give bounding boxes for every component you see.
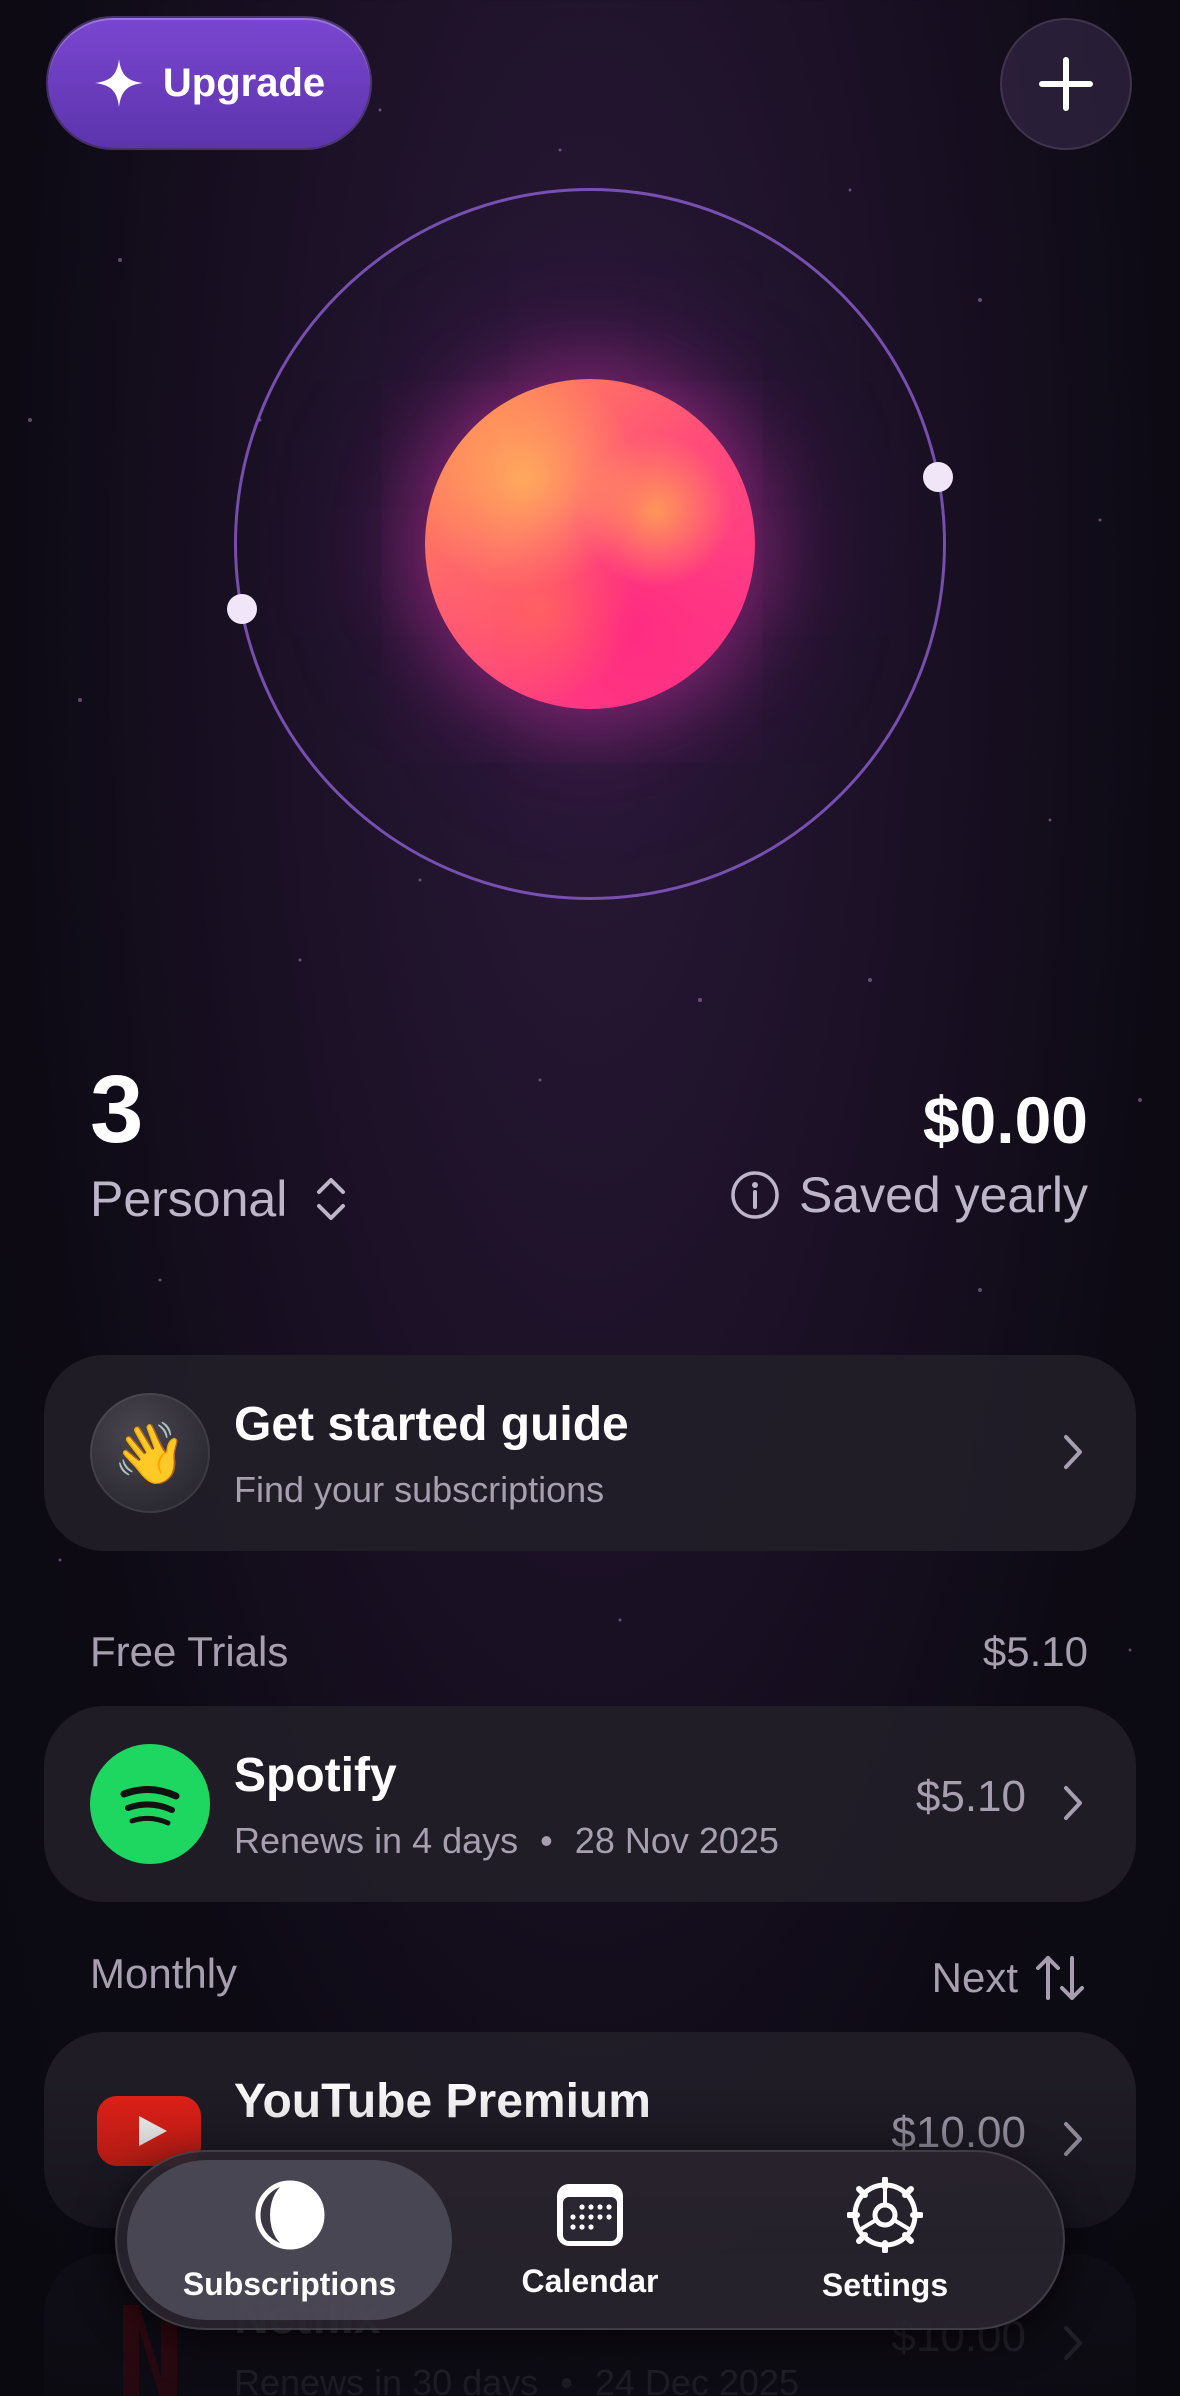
info-icon	[731, 1171, 779, 1219]
monthly-heading: Monthly	[90, 1950, 238, 1997]
saved-yearly-info[interactable]: Saved yearly	[729, 1166, 1088, 1224]
plus-icon	[1039, 57, 1093, 111]
gear-icon	[847, 2176, 923, 2253]
guide-title: Get started guide	[234, 1398, 629, 1451]
waving-hand-icon: 👋	[90, 1393, 210, 1513]
tab-label: Subscriptions	[182, 2265, 397, 2302]
saved-amount: $0.00	[922, 1083, 1088, 1157]
subscription-price: $5.10	[915, 1772, 1026, 1821]
bottom-tab-bar: Subscriptions Calendar Settings	[115, 2150, 1065, 2330]
subscription-name: Spotify	[234, 1749, 397, 1802]
tab-subscriptions[interactable]: Subscriptions	[127, 2160, 452, 2320]
chevron-right-icon	[1064, 2326, 1082, 2360]
chevron-right-icon	[1064, 1786, 1082, 1820]
profile-selector[interactable]: Personal	[90, 1170, 349, 1228]
subscription-renewal: Renews in 4 days • 28 Nov 2025	[234, 1820, 779, 1861]
chevron-right-icon	[1064, 1435, 1082, 1469]
add-subscription-button[interactable]	[1000, 18, 1132, 150]
sparkle-icon	[94, 59, 143, 107]
saved-yearly-label: Saved yearly	[798, 1167, 1088, 1223]
free-trials-total: $5.10	[982, 1628, 1088, 1675]
upgrade-label: Upgrade	[162, 60, 326, 105]
free-trials-heading: Free Trials	[90, 1628, 289, 1675]
sort-label: Next	[931, 1954, 1018, 2001]
planet-graphic	[425, 379, 755, 709]
orbit-moon	[923, 462, 953, 492]
orbit-moon	[227, 594, 257, 624]
upgrade-button[interactable]: Upgrade	[48, 18, 370, 148]
subscription-name: YouTube Premium	[234, 2075, 651, 2128]
calendar-icon	[557, 2183, 623, 2246]
get-started-guide-card[interactable]: 👋 Get started guide Find your subscripti…	[44, 1355, 1136, 1551]
spotify-logo-icon	[90, 1744, 210, 1864]
chevron-right-icon	[1064, 2122, 1082, 2156]
half-moon-icon	[255, 2180, 324, 2249]
tab-label: Calendar	[521, 2262, 659, 2299]
sort-arrows-icon	[1036, 1956, 1084, 2000]
subscription-count: 3	[90, 1056, 144, 1163]
tab-label: Settings	[821, 2266, 949, 2303]
tab-calendar[interactable]: Calendar	[470, 2160, 710, 2320]
sort-button[interactable]: Next	[932, 1950, 1088, 2006]
profile-label: Personal	[90, 1171, 288, 1227]
tab-settings[interactable]: Settings	[745, 2160, 1025, 2320]
subscription-row-spotify[interactable]: Spotify Renews in 4 days • 28 Nov 2025 $…	[44, 1706, 1136, 1902]
subscription-renewal: Renews in 30 days • 24 Dec 2025	[234, 2362, 799, 2396]
guide-subtitle: Find your subscriptions	[234, 1469, 605, 1510]
chevron-up-down-icon	[317, 1178, 346, 1220]
